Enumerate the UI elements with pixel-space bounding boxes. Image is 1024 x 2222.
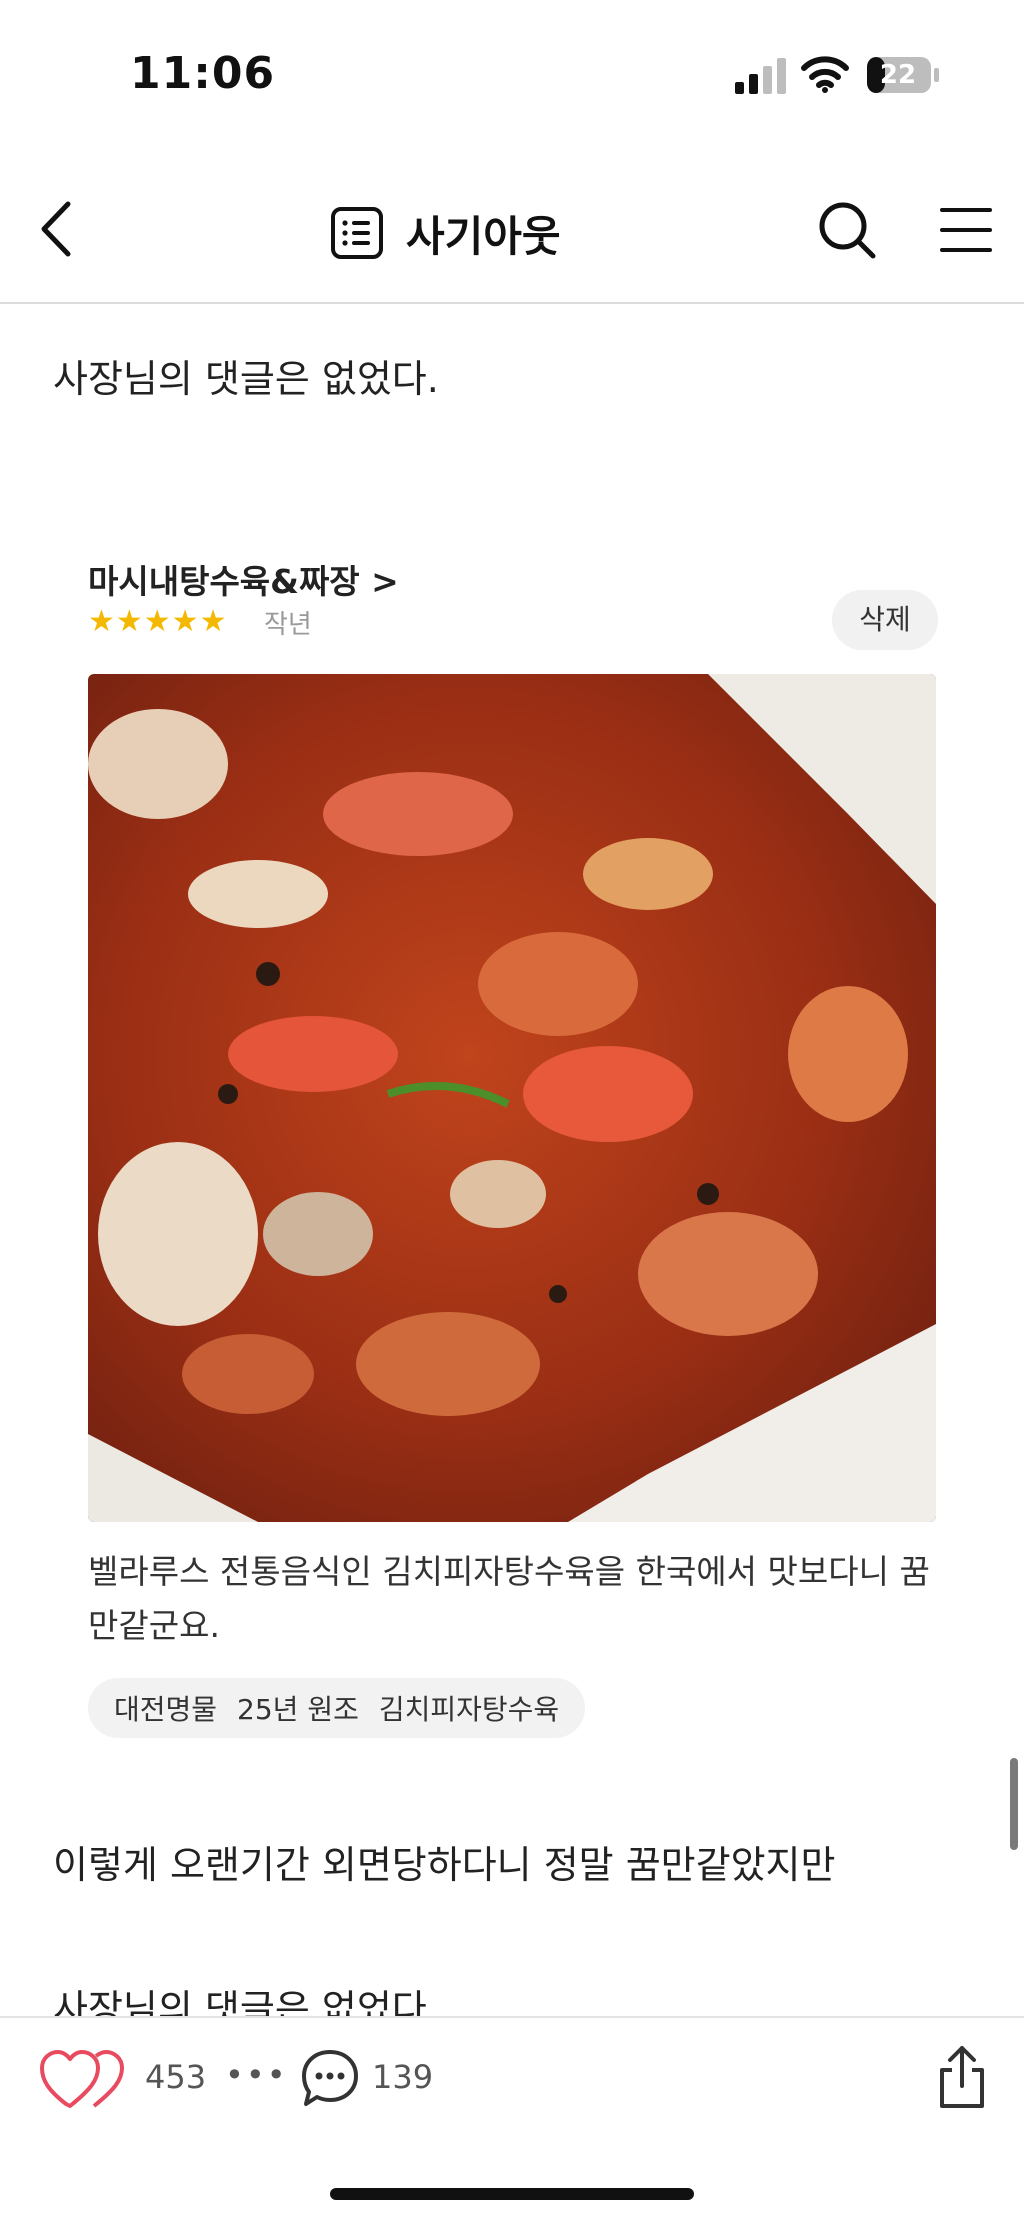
top-navigation-bar: 사기아웃 (0, 170, 1024, 304)
board-list-icon (331, 207, 383, 259)
review-tags: 대전명물 25년 원조 김치피자탕수육 (88, 1678, 586, 1738)
battery-level: 22 (879, 60, 917, 90)
wifi-icon (801, 56, 849, 93)
review-date: 작년 (264, 610, 312, 640)
delete-button[interactable]: 삭제 (832, 590, 938, 650)
share-icon[interactable] (936, 2044, 988, 2110)
comment-count: 139 (372, 2058, 434, 2096)
board-title[interactable]: 사기아웃 (330, 198, 561, 268)
food-photo (88, 674, 936, 1522)
tag: 대전명물 (114, 1693, 218, 1726)
status-bar: 11:06 22 (0, 0, 1024, 150)
review-text: 벨라루스 전통음식인 김치피자탕수육을 한국에서 맛보다니 꿈만같군요. (88, 1552, 930, 1645)
post-paragraph: 이렇게 오랜기간 외면당하다니 정말 꿈만같았지만 (53, 1843, 836, 1887)
hamburger-menu-icon[interactable] (936, 200, 996, 260)
bottom-action-bar: 453 ••• 139 (0, 2016, 1024, 2222)
rating-stars: ★★★★★ (88, 604, 228, 639)
cellular-signal-icon (735, 58, 786, 94)
comment-bubble-icon[interactable] (300, 2048, 360, 2108)
more-options-button[interactable]: ••• (225, 2056, 288, 2094)
tag: 25년 원조 (237, 1693, 359, 1726)
double-heart-icon[interactable] (40, 2048, 124, 2112)
like-count: 453 (145, 2058, 207, 2096)
back-chevron-icon[interactable] (30, 194, 90, 264)
search-icon[interactable] (815, 198, 879, 262)
tag: 김치피자탕수육 (378, 1693, 560, 1726)
status-time: 11:06 (130, 48, 276, 99)
shop-name-link[interactable]: 마시내탕수육&짜장 > (88, 555, 399, 603)
scrollbar[interactable] (1010, 1758, 1018, 1850)
home-indicator[interactable] (330, 2188, 694, 2200)
post-paragraph: 사장님의 댓글은 없었다. (53, 357, 439, 401)
page-title: 사기아웃 (406, 211, 561, 261)
